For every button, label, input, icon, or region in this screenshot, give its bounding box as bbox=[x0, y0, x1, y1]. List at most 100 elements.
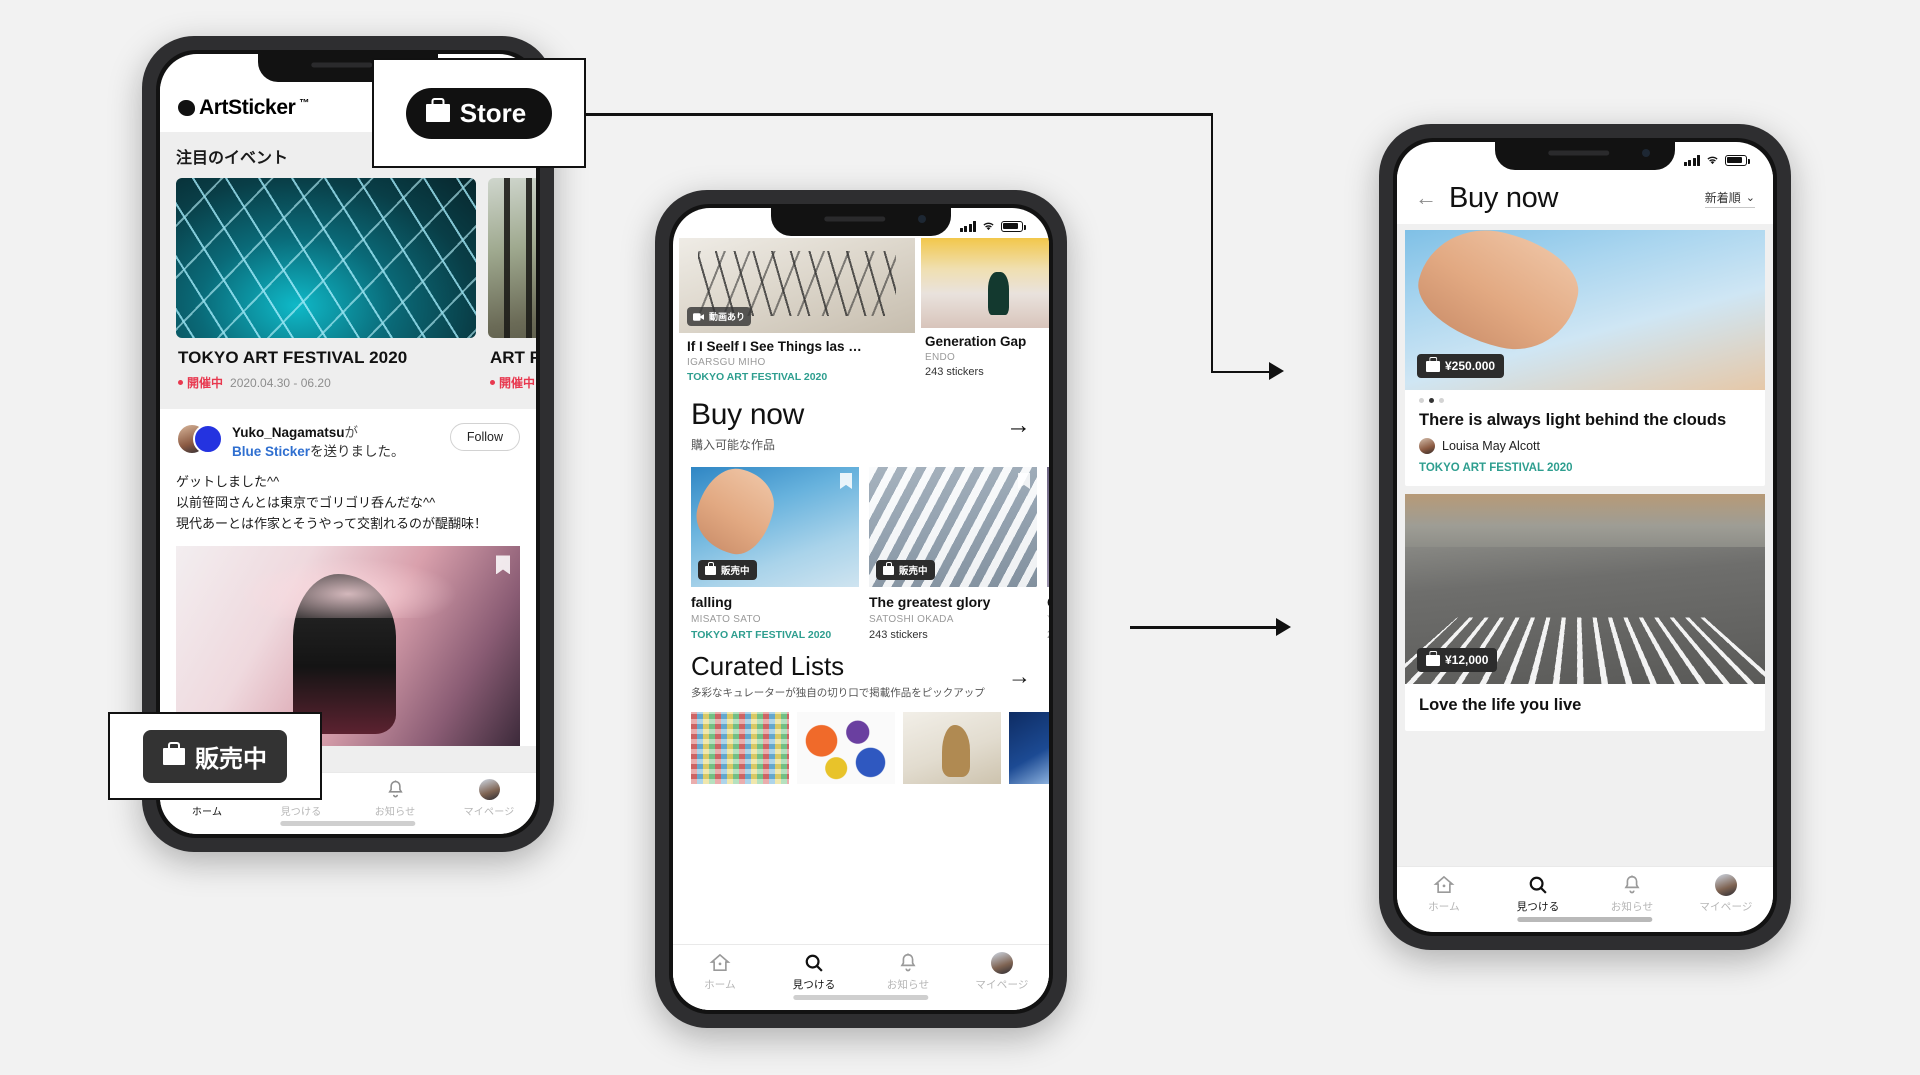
home-icon bbox=[1433, 875, 1455, 893]
post-avatars bbox=[176, 423, 223, 459]
home-indicator bbox=[1517, 917, 1653, 922]
curated-thumb[interactable] bbox=[903, 712, 1001, 785]
app-logo: ArtSticker ™ bbox=[178, 96, 309, 120]
back-button[interactable]: ← bbox=[1415, 187, 1437, 209]
bookmark-icon[interactable] bbox=[496, 555, 510, 575]
curated-lists-header: Curated Lists 多彩なキュレーターが独自の切り口で掲載作品をピックア… bbox=[673, 651, 1049, 700]
item-artist[interactable]: Louisa May Alcott bbox=[1442, 439, 1540, 453]
item-image: ¥250.000 bbox=[1405, 230, 1765, 390]
sort-dropdown[interactable]: 新着順 ⌄ bbox=[1704, 189, 1755, 208]
curated-subtitle: 多彩なキュレーターが独自の切り口で掲載作品をピックアップ bbox=[691, 687, 985, 700]
phone3-screen: ← Buy now 新着順 ⌄ ¥250.000 There is always… bbox=[1397, 142, 1773, 932]
tab-notifications[interactable]: お知らせ bbox=[1585, 867, 1679, 920]
tab-notifications[interactable]: お知らせ bbox=[348, 773, 442, 824]
phone1-content: 注目のイベント すべて見る → TOKYO ART FESTIVAL 2020 bbox=[160, 132, 536, 772]
page-title: Buy now bbox=[1449, 181, 1559, 214]
bell-icon bbox=[387, 780, 403, 798]
carousel-dot[interactable] bbox=[1439, 398, 1444, 403]
briefcase-icon bbox=[883, 562, 894, 575]
phone3-bottom-nav: ホーム 見つける お知らせ マイページ bbox=[1397, 866, 1773, 932]
post-user-suffix: が bbox=[344, 425, 359, 440]
tab-label: お知らせ bbox=[886, 978, 930, 991]
tab-label: 見つける bbox=[280, 807, 322, 818]
logo-dot-icon bbox=[178, 100, 195, 116]
bookmark-icon[interactable] bbox=[840, 473, 852, 489]
store-pill[interactable]: Store bbox=[405, 87, 553, 139]
item-artist: YAMADANOR bbox=[1047, 614, 1049, 625]
item-title: Generatio bbox=[1047, 594, 1049, 610]
post-body: ゲットしました^^ 以前笹岡さんとは東京でゴリゴリ呑んだな^^ 現代あーとは作家… bbox=[176, 471, 520, 534]
buy-now-section: Buy now 購入可能な作品 → 販売中 falling MISATO SAT… bbox=[673, 384, 1049, 671]
briefcase-icon bbox=[705, 562, 716, 575]
post-user[interactable]: Yuko_Nagamatsu bbox=[232, 425, 345, 440]
tab-notifications[interactable]: お知らせ bbox=[861, 945, 955, 998]
tab-label: 見つける bbox=[1516, 900, 1560, 913]
item-image: 販売中 bbox=[869, 467, 1037, 587]
event-card[interactable]: ART FE 開催中 bbox=[488, 178, 536, 403]
phone3-nav-header: ← Buy now 新着順 ⌄ bbox=[1397, 172, 1773, 224]
tab-label: お知らせ bbox=[1610, 900, 1654, 913]
event-status-text: 開催中 bbox=[499, 376, 536, 390]
item-artist: SATOSHI OKADA bbox=[869, 614, 954, 625]
on-sale-label: 販売中 bbox=[195, 745, 267, 773]
curated-arrow[interactable]: → bbox=[1008, 663, 1031, 690]
bookmark-icon[interactable] bbox=[1018, 473, 1030, 489]
buy-item-card[interactable]: ¥250.000 There is always light behind th… bbox=[1405, 230, 1765, 486]
item-title: Love the life you live bbox=[1419, 696, 1582, 714]
item-event[interactable]: TOKYO ART FESTIVAL 2020 bbox=[1419, 462, 1751, 474]
artist-avatar bbox=[1419, 438, 1435, 454]
phone3-bezel: ← Buy now 新着順 ⌄ ¥250.000 There is always… bbox=[1393, 138, 1777, 936]
phone-buy-now-screen: ← Buy now 新着順 ⌄ ¥250.000 There is always… bbox=[1379, 124, 1791, 950]
tab-label: お知らせ bbox=[374, 807, 416, 818]
buy-now-item[interactable]: 販売中 Generatio YAMADANOR 243 stickers bbox=[1047, 467, 1049, 657]
buy-now-header: Buy now 購入可能な作品 → bbox=[673, 398, 1049, 453]
curated-thumb[interactable] bbox=[1009, 712, 1049, 785]
post-sticker-name[interactable]: Blue Sticker bbox=[232, 444, 310, 459]
post-line: 現代あーとは作家とそうやって交割れるのが醍醐味！ bbox=[176, 516, 487, 532]
item-title: There is always light behind the clouds bbox=[1419, 411, 1727, 429]
tab-mypage[interactable]: マイページ bbox=[955, 945, 1049, 998]
on-sale-badge: 販売中 bbox=[698, 560, 757, 580]
item-image: 販売中 bbox=[691, 467, 859, 587]
event-status-badge: 開催中 bbox=[490, 374, 535, 391]
item-artist: MISATO SATO bbox=[691, 614, 761, 625]
price-badge: ¥250.000 bbox=[1417, 354, 1505, 378]
avatar-icon bbox=[478, 779, 500, 800]
phone2-bottom-nav: ホーム 見つける お知らせ マイページ bbox=[673, 944, 1049, 1010]
event-card[interactable]: TOKYO ART FESTIVAL 2020 開催中 2020.04.30 -… bbox=[176, 178, 476, 403]
carousel-dots bbox=[1419, 398, 1751, 403]
tab-label: マイページ bbox=[975, 978, 1029, 991]
buy-now-item[interactable]: 販売中 falling MISATO SATO TOKYO ART FESTIV… bbox=[691, 467, 859, 657]
signal-icon bbox=[959, 220, 976, 232]
tab-home[interactable]: ホーム bbox=[673, 945, 767, 998]
follow-button[interactable]: Follow bbox=[449, 423, 520, 451]
avatar-icon bbox=[1715, 873, 1737, 896]
carousel-dot[interactable] bbox=[1429, 398, 1434, 403]
tab-label: マイページ bbox=[1699, 900, 1753, 913]
curated-thumb[interactable] bbox=[797, 712, 895, 785]
price-label: ¥12,000 bbox=[1445, 653, 1489, 667]
on-sale-pill[interactable]: 販売中 bbox=[143, 729, 287, 783]
tab-discover[interactable]: 見つける bbox=[1491, 867, 1585, 920]
tab-mypage[interactable]: マイページ bbox=[442, 773, 536, 824]
tab-discover[interactable]: 見つける bbox=[767, 945, 861, 998]
buy-now-subtitle: 購入可能な作品 bbox=[691, 438, 776, 452]
buy-item-card[interactable]: ¥12,000 Love the life you live bbox=[1405, 494, 1765, 731]
phone3-content: ¥250.000 There is always light behind th… bbox=[1397, 224, 1773, 866]
carousel-dot[interactable] bbox=[1419, 398, 1424, 403]
post-line: ゲットしました^^ bbox=[176, 474, 280, 490]
chevron-down-icon: ⌄ bbox=[1745, 191, 1755, 204]
buy-now-title: Buy now bbox=[691, 398, 804, 431]
connector-onsale-to-phone3 bbox=[1130, 618, 1310, 638]
curated-thumb[interactable] bbox=[691, 712, 789, 785]
tab-mypage[interactable]: マイページ bbox=[1679, 867, 1773, 920]
post-line: 以前笹岡さんとは東京でゴリゴリ呑んだな^^ bbox=[176, 495, 436, 511]
home-icon bbox=[709, 953, 731, 971]
avatar-icon bbox=[991, 951, 1013, 974]
trademark: ™ bbox=[299, 98, 309, 109]
on-sale-label: 販売中 bbox=[899, 566, 928, 577]
briefcase-icon bbox=[1426, 650, 1440, 666]
tab-home[interactable]: ホーム bbox=[1397, 867, 1491, 920]
buy-now-item[interactable]: 販売中 The greatest glory SATOSHI OKADA 243… bbox=[869, 467, 1037, 657]
buy-now-arrow[interactable]: → bbox=[1006, 411, 1031, 440]
